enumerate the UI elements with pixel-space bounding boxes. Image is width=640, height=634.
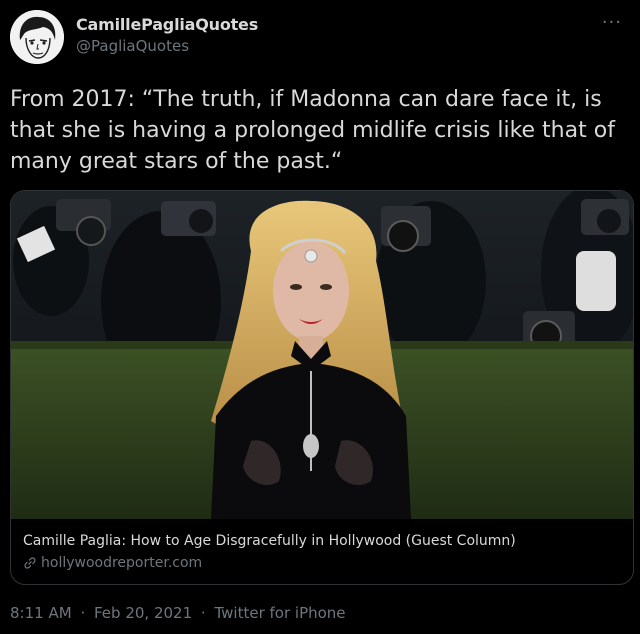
tweet-meta: 8:11 AM · Feb 20, 2021 · Twitter for iPh… <box>10 604 346 622</box>
author-display-name[interactable]: CamillePagliaQuotes <box>76 15 258 34</box>
tweet-time[interactable]: 8:11 AM <box>10 604 72 622</box>
sketch-portrait-avatar-icon <box>10 10 64 64</box>
link-card-domain-row[interactable]: hollywoodreporter.com <box>23 555 202 571</box>
tweet-text: From 2017: “The truth, if Madonna can da… <box>10 87 615 174</box>
link-card-title[interactable]: Camille Paglia: How to Age Disgracefully… <box>23 533 516 549</box>
more-options-icon[interactable]: ··· <box>602 12 622 33</box>
link-card[interactable]: Camille Paglia: How to Age Disgracefully… <box>10 190 634 585</box>
author-handle[interactable]: @PagliaQuotes <box>76 37 189 55</box>
tweet-source[interactable]: Twitter for iPhone <box>214 604 345 622</box>
tweet-date[interactable]: Feb 20, 2021 <box>94 604 192 622</box>
avatar[interactable] <box>10 10 64 64</box>
link-card-image[interactable] <box>11 191 633 519</box>
meta-separator: · <box>200 604 206 622</box>
link-icon <box>23 556 37 570</box>
link-card-domain: hollywoodreporter.com <box>41 555 203 571</box>
meta-separator: · <box>80 604 86 622</box>
